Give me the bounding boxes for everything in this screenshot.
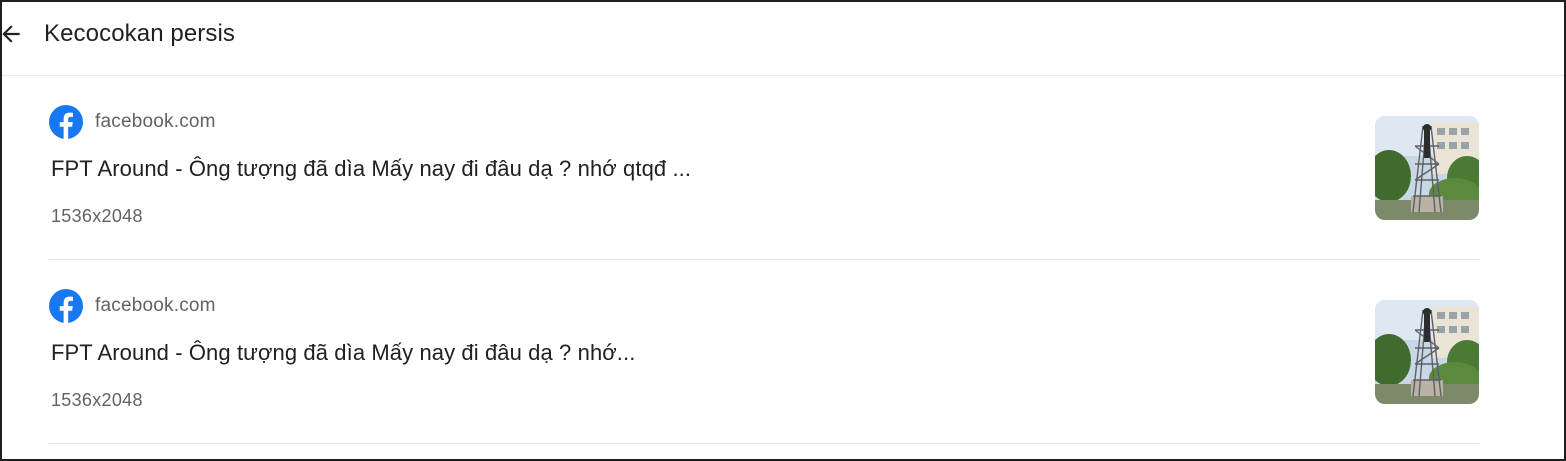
- page-title: Kecocokan persis: [44, 20, 236, 47]
- result-title-link[interactable]: FPT Around - Ông tượng đã dìa Mấy nay đi…: [51, 339, 635, 367]
- statue-scaffolding-photo: [1375, 116, 1479, 220]
- image-dimensions: 1536x2048: [51, 390, 143, 410]
- result-source: facebook.com: [49, 104, 216, 140]
- image-dimensions: 1536x2048: [51, 206, 143, 226]
- result-title-link[interactable]: FPT Around - Ông tượng đã dìa Mấy nay đi…: [51, 155, 691, 183]
- result-source: facebook.com: [49, 288, 216, 324]
- facebook-icon: [49, 105, 83, 139]
- exact-matches-panel: Kecocokan persis facebook.com FPT Around…: [0, 0, 1566, 461]
- facebook-icon: [49, 289, 83, 323]
- arrow-left-icon: [2, 25, 20, 43]
- source-domain: facebook.com: [95, 295, 216, 316]
- result-item[interactable]: facebook.com FPT Around - Ông tượng đã d…: [49, 76, 1479, 260]
- result-item[interactable]: facebook.com FPT Around - Ông tượng đã d…: [49, 260, 1479, 444]
- results-list: facebook.com FPT Around - Ông tượng đã d…: [49, 76, 1479, 444]
- source-domain: facebook.com: [95, 111, 216, 132]
- result-thumbnail[interactable]: [1375, 116, 1479, 220]
- result-thumbnail[interactable]: [1375, 300, 1479, 404]
- panel-header: Kecocokan persis: [2, 2, 1564, 76]
- statue-scaffolding-photo: [1375, 300, 1479, 404]
- back-button[interactable]: [2, 19, 26, 49]
